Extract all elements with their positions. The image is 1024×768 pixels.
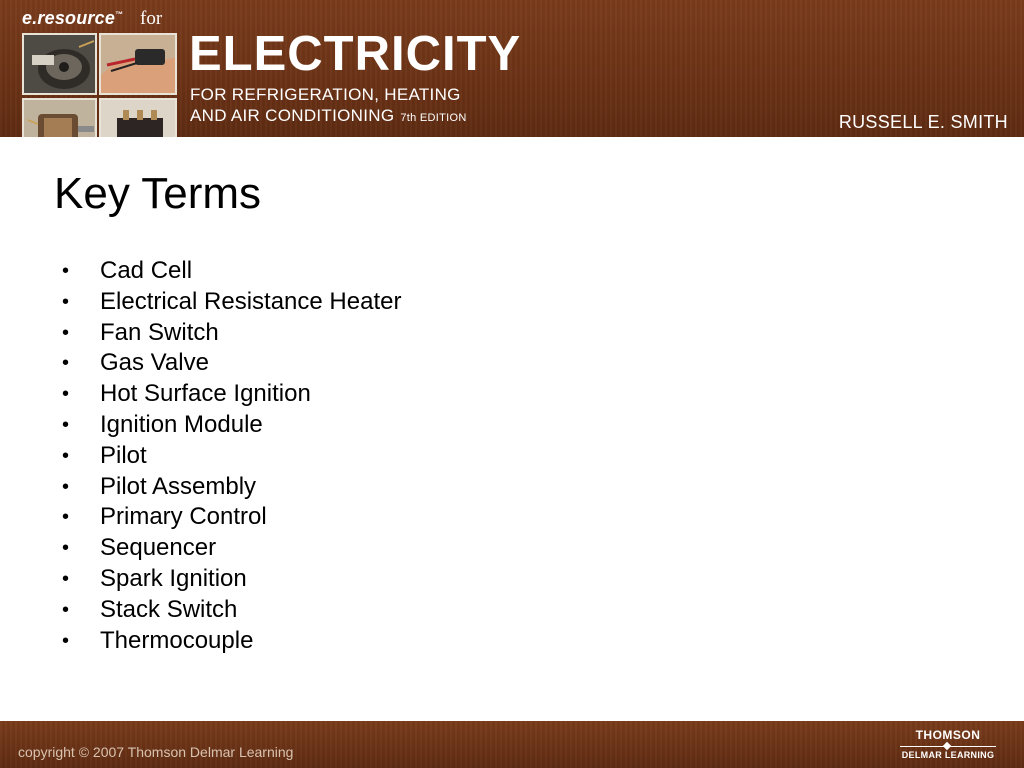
list-item: Primary Control [60, 502, 401, 533]
book-title: ELECTRICITY [189, 27, 522, 81]
list-item: Gas Valve [60, 348, 401, 379]
list-item: Cad Cell [60, 256, 401, 287]
list-item: Electrical Resistance Heater [60, 287, 401, 318]
book-subtitle-line2: AND AIR CONDITIONING 7th EDITION [190, 106, 467, 125]
list-item: Pilot Assembly [60, 472, 401, 503]
edition-label: 7th EDITION [400, 112, 467, 124]
publisher-logo: THOMSON DELMAR LEARNING [896, 729, 1000, 760]
footer-banner: copyright © 2007 Thomson Delmar Learning… [0, 721, 1024, 768]
list-item: Thermocouple [60, 626, 401, 657]
copyright-text: copyright © 2007 Thomson Delmar Learning [18, 744, 294, 760]
publisher-name: THOMSON [915, 728, 981, 742]
key-terms-list: Cad Cell Electrical Resistance Heater Fa… [60, 256, 401, 656]
list-item: Spark Ignition [60, 564, 401, 595]
for-label: for [140, 8, 163, 29]
list-item: Sequencer [60, 533, 401, 564]
author-name: RUSSELL E. SMITH [838, 112, 1008, 132]
list-item: Hot Surface Ignition [60, 379, 401, 410]
list-item: Ignition Module [60, 410, 401, 441]
eresource-logo: e.resource™ [22, 8, 124, 28]
slide-title: Key Terms [54, 169, 262, 218]
publisher-imprint: DELMAR LEARNING [901, 750, 995, 760]
list-item: Fan Switch [60, 318, 401, 349]
motor-photo [22, 33, 97, 95]
logo-divider [896, 741, 1000, 751]
book-subtitle-line1: FOR REFRIGERATION, HEATING [190, 85, 461, 104]
header-divider [0, 137, 1024, 160]
hand-meter-photo [99, 33, 177, 95]
list-item: Stack Switch [60, 595, 401, 626]
list-item: Pilot [60, 441, 401, 472]
header-banner: e.resource™ for ELECTRICITY FOR REFRIGER… [0, 0, 1024, 158]
